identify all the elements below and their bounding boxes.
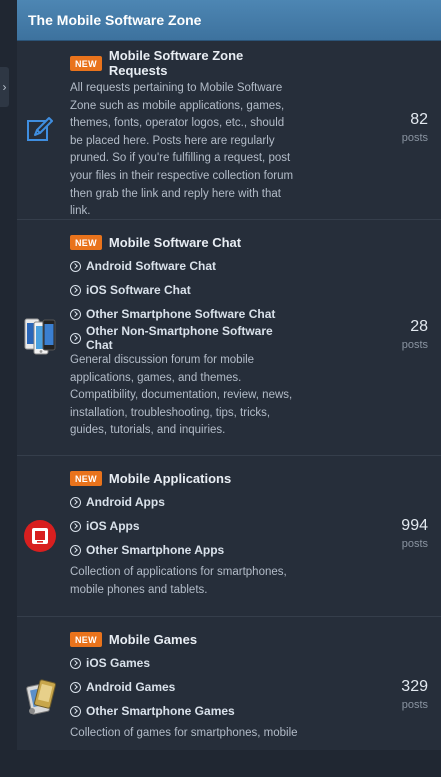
circle-arrow-icon	[70, 520, 81, 532]
post-count-label: posts	[401, 339, 428, 351]
subforum-link[interactable]: Android Games	[70, 675, 300, 699]
subforum-label[interactable]: Android Games	[86, 680, 175, 694]
subforum-label[interactable]: Other Smartphone Games	[86, 704, 235, 718]
forum-description: General discussion forum for mobile appl…	[70, 354, 293, 437]
subforum-label[interactable]: iOS Games	[86, 656, 150, 670]
post-count-label: posts	[401, 699, 428, 711]
new-badge: NEW	[70, 55, 102, 71]
subforum-link[interactable]: Android Software Chat	[70, 254, 300, 278]
post-count: 82	[410, 111, 428, 128]
subforum-link[interactable]: iOS Apps	[70, 514, 300, 538]
sidebar-toggle[interactable]: ›	[0, 67, 9, 107]
post-count-label: posts	[401, 132, 428, 144]
chevron-right-icon: ›	[2, 80, 7, 94]
forum-description: Collection of games for smartphones, mob…	[70, 727, 298, 739]
forum-description: Collection of applications for smartphon…	[70, 566, 287, 596]
subforum-link[interactable]: Other Smartphone Software Chat	[70, 302, 300, 326]
forum-stats: 329 posts	[358, 678, 428, 711]
forum-title[interactable]: Mobile Games	[109, 632, 197, 647]
forum-node: NEW Mobile Software Zone Requests All re…	[17, 41, 441, 220]
forum-stats: 82 posts	[358, 111, 428, 144]
forum-title[interactable]: Mobile Software Chat	[109, 235, 241, 250]
subforum-link[interactable]: iOS Games	[70, 651, 300, 675]
circle-arrow-icon	[70, 544, 81, 556]
category-title[interactable]: The Mobile Software Zone	[28, 12, 201, 28]
subforum-link[interactable]: Android Apps	[70, 490, 300, 514]
subforum-label[interactable]: iOS Software Chat	[86, 283, 191, 297]
circle-arrow-icon	[70, 308, 81, 320]
new-badge: NEW	[70, 234, 102, 250]
circle-arrow-icon	[70, 284, 81, 296]
circle-arrow-icon	[70, 260, 81, 272]
subforum-label[interactable]: Other Smartphone Software Chat	[86, 307, 275, 321]
forum-stats: 994 posts	[358, 517, 428, 550]
subforum-label[interactable]: Other Non-Smartphone Software Chat	[86, 324, 300, 352]
subforum-label[interactable]: Android Software Chat	[86, 259, 216, 273]
forum-node: NEW Mobile Games iOS Games Android Games…	[17, 617, 441, 777]
subforum-label[interactable]: iOS Apps	[86, 519, 140, 533]
mobile-games-icon	[23, 677, 57, 717]
forum-category: The Mobile Software Zone NEW Mobile Soft…	[17, 0, 441, 750]
mobile-app-icon	[23, 519, 57, 553]
subforum-link[interactable]: Other Non-Smartphone Software Chat	[70, 324, 300, 352]
subforum-link[interactable]: iOS Software Chat	[70, 278, 300, 302]
circle-arrow-icon	[70, 496, 81, 508]
circle-arrow-icon	[70, 681, 81, 693]
forum-title[interactable]: Mobile Applications	[109, 471, 231, 486]
subforum-label[interactable]: Other Smartphone Apps	[86, 543, 224, 557]
category-header[interactable]: The Mobile Software Zone	[17, 0, 441, 41]
smartphones-icon	[23, 315, 57, 357]
forum-description: All requests pertaining to Mobile Softwa…	[70, 82, 294, 218]
subforum-link[interactable]: Other Smartphone Apps	[70, 538, 300, 562]
circle-arrow-icon	[70, 657, 81, 669]
post-count-label: posts	[401, 538, 428, 550]
edit-icon	[23, 113, 57, 147]
new-badge: NEW	[70, 470, 102, 486]
post-count: 329	[401, 678, 428, 695]
circle-arrow-icon	[70, 705, 81, 717]
forum-node: NEW Mobile Software Chat Android Softwar…	[17, 220, 441, 456]
forum-node: NEW Mobile Applications Android Apps iOS…	[17, 456, 441, 617]
circle-arrow-icon	[70, 332, 81, 344]
subforum-label[interactable]: Android Apps	[86, 495, 165, 509]
post-count: 994	[401, 517, 428, 534]
post-count: 28	[410, 318, 428, 335]
subforum-link[interactable]: Other Smartphone Games	[70, 699, 300, 723]
forum-stats: 28 posts	[358, 318, 428, 351]
forum-title[interactable]: Mobile Software Zone Requests	[109, 48, 300, 78]
new-badge: NEW	[70, 631, 102, 647]
